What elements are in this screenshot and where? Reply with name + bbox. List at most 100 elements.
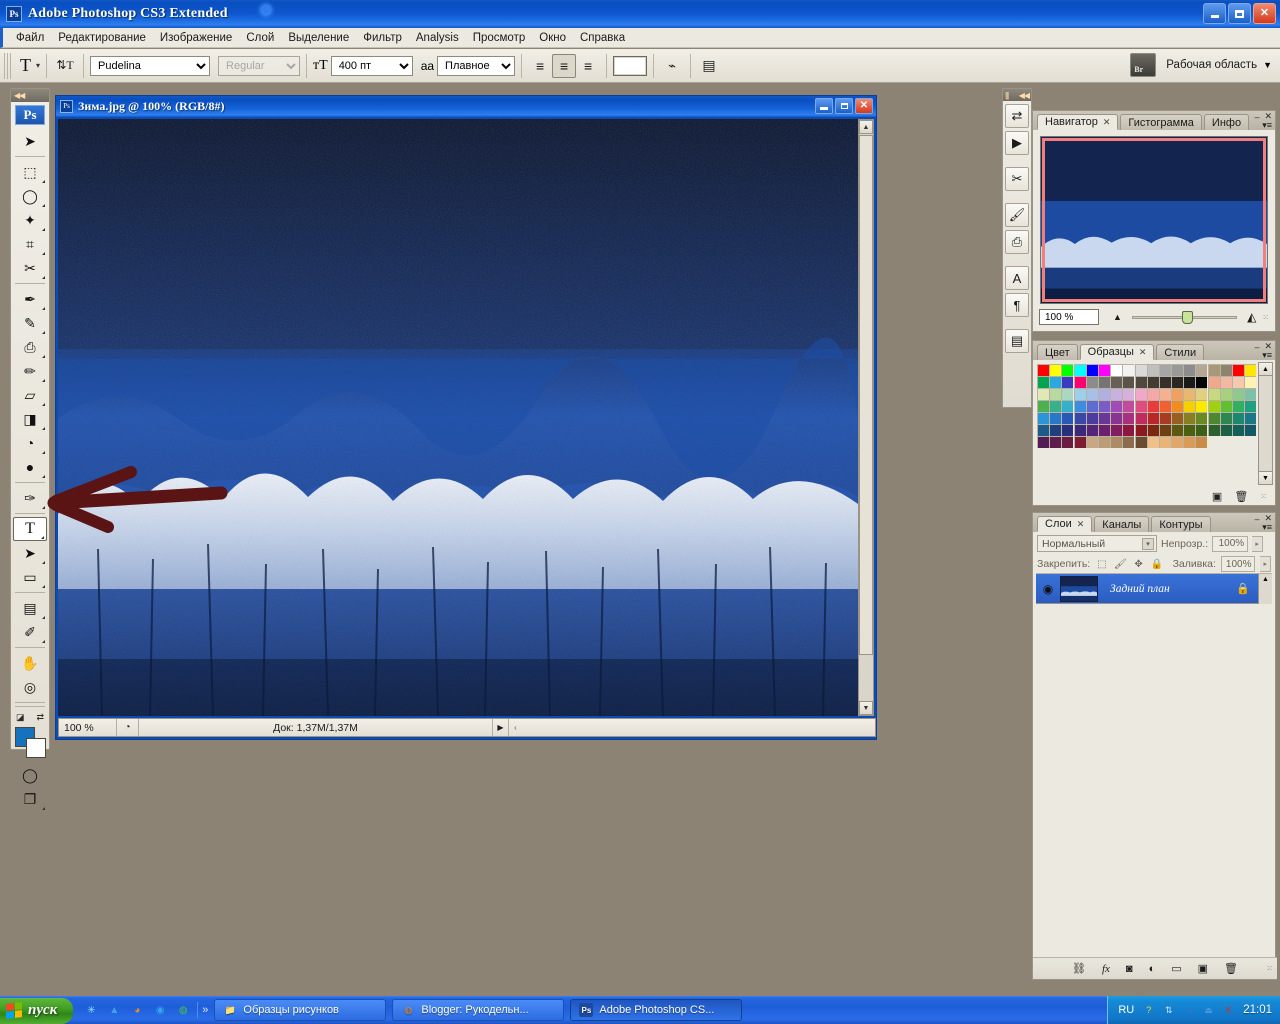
menu-item-layer[interactable]: Слой	[239, 30, 281, 46]
navigator-zoom-slider[interactable]	[1131, 310, 1238, 324]
tab-info[interactable]: Инфо	[1203, 114, 1250, 130]
swatch-cell[interactable]	[1110, 376, 1123, 388]
toolbox-header[interactable]: ◀◀	[11, 89, 49, 102]
bridge-dock-icon[interactable]: ⇄	[1005, 104, 1029, 128]
swatch-cell[interactable]	[1158, 424, 1171, 436]
swatch-cell[interactable]	[1183, 376, 1196, 388]
swatch-cell[interactable]	[1110, 400, 1123, 412]
tray-safely-remove-icon[interactable]: ⏏	[1201, 1003, 1216, 1018]
swatch-cell[interactable]	[1232, 388, 1244, 400]
warp-text-button[interactable]: ⌁	[660, 54, 684, 78]
swatch-cell[interactable]	[1207, 388, 1220, 400]
start-button[interactable]: пуск	[0, 997, 74, 1024]
swatch-cell[interactable]	[1207, 376, 1220, 388]
zoom-tool[interactable]: ◎	[13, 675, 47, 699]
swatch-cell[interactable]	[1097, 388, 1110, 400]
zoom-out-icon[interactable]: ▲	[1113, 312, 1122, 322]
tab-layers[interactable]: Слои ✕	[1037, 516, 1093, 532]
swatch-cell[interactable]	[1244, 388, 1257, 400]
slice-tool[interactable]: ✂	[13, 256, 47, 280]
swatch-cell[interactable]	[1183, 424, 1196, 436]
canvas-vertical-scrollbar[interactable]: ▲ ▼	[858, 119, 874, 716]
rectangle-tool[interactable]: ▭	[13, 565, 47, 589]
swatch-cell[interactable]	[1171, 424, 1184, 436]
swatch-cell[interactable]	[1183, 388, 1196, 400]
ql-firefox-icon[interactable]: ◕	[129, 1002, 145, 1018]
menu-item-select[interactable]: Выделение	[281, 30, 356, 46]
swatch-cell[interactable]	[1158, 376, 1171, 388]
tab-color[interactable]: Цвет	[1037, 344, 1078, 360]
document-titlebar[interactable]: Ps Зима.jpg @ 100% (RGB/8#) ✕	[56, 96, 876, 117]
status-menu-arrow-icon[interactable]: ▶	[492, 719, 508, 736]
tray-volume-icon[interactable]: ◀	[1181, 1003, 1196, 1018]
lasso-tool[interactable]: ◯	[13, 184, 47, 208]
swatch-cell[interactable]	[1207, 364, 1220, 376]
swatch-cell[interactable]	[1171, 400, 1184, 412]
menu-item-file[interactable]: Файл	[9, 30, 51, 46]
menu-item-image[interactable]: Изображение	[153, 30, 239, 46]
swap-colors-icon[interactable]: ⇄	[36, 712, 44, 723]
swatch-cell[interactable]	[1134, 412, 1147, 424]
lock-image-pixels-icon[interactable]: 🖌	[1114, 557, 1127, 571]
swatch-cell[interactable]	[1049, 436, 1062, 448]
swatch-cell[interactable]	[1049, 400, 1062, 412]
toolbox-logo-icon[interactable]: Ps	[15, 105, 45, 125]
bridge-icon[interactable]: Br	[1130, 53, 1157, 77]
menu-item-edit[interactable]: Редактирование	[51, 30, 153, 46]
swatch-cell[interactable]	[1134, 400, 1147, 412]
swatch-cell[interactable]	[1061, 364, 1074, 376]
tab-channels[interactable]: Каналы	[1094, 516, 1150, 532]
pen-tool[interactable]: ✑	[13, 486, 47, 510]
fill-stepper-icon[interactable]: ▸	[1260, 556, 1271, 572]
swatch-cell[interactable]	[1037, 388, 1049, 400]
swatch-cell[interactable]	[1244, 364, 1257, 376]
swatch-cell[interactable]	[1183, 412, 1196, 424]
swatch-cell[interactable]	[1061, 400, 1074, 412]
blend-mode-select[interactable]: Нормальный ▾	[1037, 535, 1157, 552]
swatch-cell[interactable]	[1244, 400, 1257, 412]
swatch-cell[interactable]	[1195, 388, 1208, 400]
swatches-scroll-down-icon[interactable]: ▼	[1259, 471, 1272, 484]
swatch-cell[interactable]	[1073, 376, 1086, 388]
swatch-cell[interactable]	[1158, 400, 1171, 412]
tray-antivirus-icon[interactable]: K	[1221, 1003, 1236, 1018]
taskbar-item-photoshop[interactable]: Ps Adobe Photoshop CS...	[570, 999, 743, 1021]
swatch-cell[interactable]	[1219, 388, 1232, 400]
swatch-cell[interactable]	[1097, 436, 1110, 448]
taskbar-item-blogger[interactable]: ◍ Blogger: Рукодельн...	[392, 999, 565, 1021]
swatch-cell[interactable]	[1207, 412, 1220, 424]
swatch-cell[interactable]	[1207, 400, 1220, 412]
swatch-cell[interactable]	[1085, 376, 1098, 388]
swatch-cell[interactable]	[1134, 436, 1147, 448]
tab-histogram[interactable]: Гистограмма	[1120, 114, 1202, 130]
swatches-scroll-up-icon[interactable]: ▲	[1259, 363, 1272, 376]
swatch-cell[interactable]	[1195, 364, 1208, 376]
preview-options-icon[interactable]: ◔	[117, 719, 139, 736]
swatch-cell[interactable]	[1171, 376, 1184, 388]
swatch-cell[interactable]	[1061, 424, 1074, 436]
swatch-cell[interactable]	[1146, 388, 1159, 400]
swatch-cell[interactable]	[1061, 388, 1074, 400]
swatch-cell[interactable]	[1195, 376, 1208, 388]
swatch-cell[interactable]	[1085, 412, 1098, 424]
layers-minimize-icon[interactable]: –	[1254, 514, 1259, 524]
swatch-cell[interactable]	[1110, 388, 1123, 400]
tab-navigator-close-icon[interactable]: ✕	[1103, 117, 1111, 128]
swatch-cell[interactable]	[1073, 436, 1086, 448]
swatches-scrollbar[interactable]: ▲ ▼	[1258, 362, 1273, 485]
swatch-cell[interactable]	[1134, 376, 1147, 388]
swatch-cell[interactable]	[1049, 424, 1062, 436]
swatch-cell[interactable]	[1232, 364, 1244, 376]
tab-swatches-close-icon[interactable]: ✕	[1139, 347, 1147, 358]
swatch-cell[interactable]	[1171, 412, 1184, 424]
navigator-zoom-slider-thumb[interactable]	[1182, 310, 1194, 324]
swatch-cell[interactable]	[1122, 436, 1135, 448]
scrollbar-thumb[interactable]	[859, 135, 873, 655]
notes-tool[interactable]: ▤	[13, 596, 47, 620]
document-minimize-button[interactable]	[815, 98, 833, 114]
swatch-cell[interactable]	[1207, 424, 1220, 436]
swatch-cell[interactable]	[1037, 400, 1049, 412]
system-clock[interactable]: 21:01	[1243, 1004, 1272, 1016]
align-left-button[interactable]: ≡	[528, 54, 552, 78]
swatch-cell[interactable]	[1097, 412, 1110, 424]
